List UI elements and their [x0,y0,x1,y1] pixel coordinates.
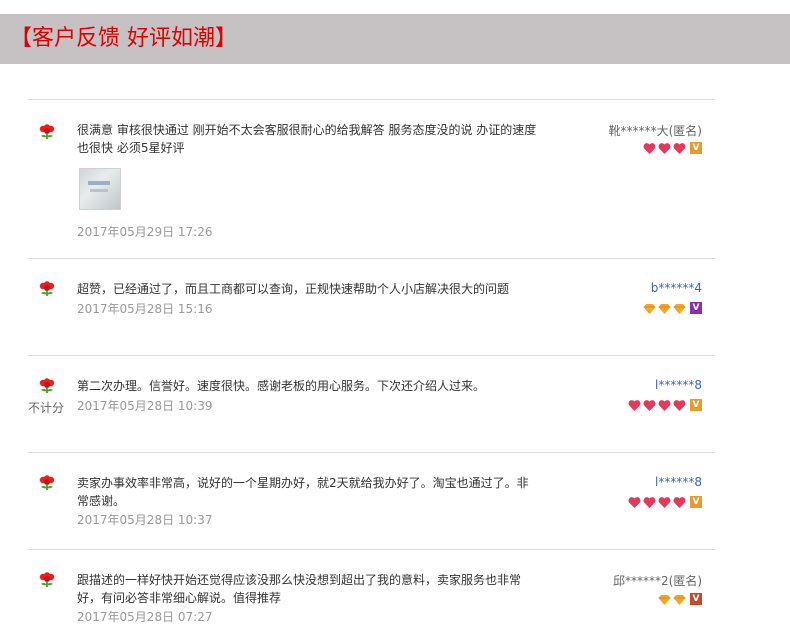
credit-badges: V [658,592,702,606]
heart-icon [673,496,686,508]
reviewer-name[interactable]: b******4 [651,281,702,295]
review-text: 卖家办事效率非常高，说好的一个星期办好，就2天就给我办好了。淘宝也通过了。非常感… [77,476,529,508]
flower-icon [39,281,55,296]
purple-level-icon: V [690,302,702,314]
review-date: 2017年05月28日 10:37 [77,513,213,527]
reviewer-name[interactable]: 靴******大(匿名) [609,122,702,139]
heart-icon [643,142,656,154]
credit-badges: V [628,398,702,412]
flower-icon [39,378,55,393]
review-text: 很满意 审核很快通过 刚开始不太会客服很耐心的给我解答 服务态度没的说 办证的速… [77,123,537,155]
review-date: 2017年05月28日 07:27 [77,610,213,624]
heart-icon [658,142,671,154]
flower-icon [39,475,55,490]
heart-icon [628,496,641,508]
heart-icon [643,399,656,411]
header-bar: 【客户反馈 好评如潮】 [0,14,790,64]
review-item: 卖家办事效率非常高，说好的一个星期办好，就2天就给我办好了。淘宝也通过了。非常感… [28,453,715,550]
review-text: 跟描述的一样好快开始还觉得应该没那么快没想到超出了我的意料，卖家服务也非常好，有… [77,573,522,605]
flower-icon [39,124,55,139]
review-date: 2017年05月28日 15:16 [77,302,213,316]
reviewer-name[interactable]: l******8 [655,378,702,392]
heart-icon [658,496,671,508]
page-title: 【客户反馈 好评如潮】 [10,26,237,51]
diamond-icon [643,303,656,314]
reviewer-name[interactable]: l******8 [655,475,702,489]
diamond-icon [673,303,686,314]
review-text: 第二次办理。信誉好。速度很快。感谢老板的用心服务。下次还介绍人过来。 [77,379,486,393]
not-counted-label: 不计分 [28,401,65,415]
heart-icon [643,496,656,508]
diamond-icon [658,594,671,605]
credit-badges: V [643,301,702,315]
red-level-icon: V [690,593,702,605]
review-date: 2017年05月28日 10:39 [77,399,213,413]
review-photo-thumbnail[interactable] [79,168,121,210]
review-date: 2017年05月29日 17:26 [77,225,213,239]
diamond-icon [673,594,686,605]
heart-icon [673,399,686,411]
diamond-icon [658,303,671,314]
orange-level-icon: V [690,496,702,508]
heart-icon [673,142,686,154]
orange-level-icon: V [690,142,702,154]
review-item: 跟描述的一样好快开始还觉得应该没那么快没想到超出了我的意料，卖家服务也非常好，有… [28,550,715,636]
credit-badges: V [643,141,702,155]
review-item: 很满意 审核很快通过 刚开始不太会客服很耐心的给我解答 服务态度没的说 办证的速… [28,100,715,259]
credit-badges: V [628,495,702,509]
review-text: 超赞，已经通过了，而且工商都可以查询，正规快速帮助个人小店解决很大的问题 [77,282,510,296]
heart-icon [658,399,671,411]
orange-level-icon: V [690,399,702,411]
flower-icon [39,572,55,587]
reviewer-name[interactable]: 邱******2(匿名) [613,572,702,589]
review-item: 超赞，已经通过了，而且工商都可以查询，正规快速帮助个人小店解决很大的问题 201… [28,259,715,356]
review-item: 不计分 第二次办理。信誉好。速度很快。感谢老板的用心服务。下次还介绍人过来。 2… [28,356,715,453]
heart-icon [628,399,641,411]
